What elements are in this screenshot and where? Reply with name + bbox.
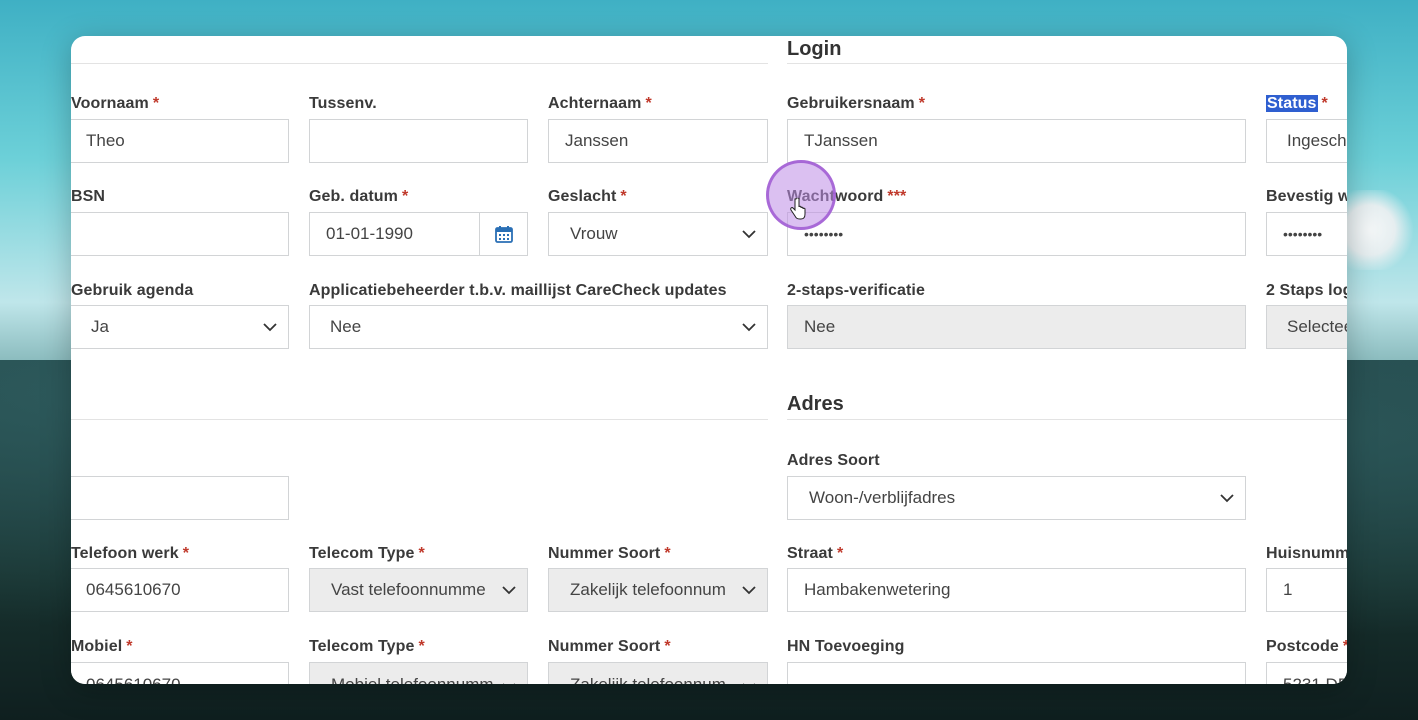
label-geb-datum: Geb. datum *	[309, 188, 409, 205]
telecom-type-2-select[interactable]: Mobiel telefoonnumm	[309, 662, 528, 684]
label-straat: Straat *	[787, 545, 844, 562]
form-card: Login Voornaam * Tussenv. Achternaam * Geb…	[71, 36, 1347, 684]
label-telecom-type-2: Telecom Type *	[309, 638, 425, 655]
chevron-down-icon	[497, 578, 521, 602]
label-mobiel: Mobiel *	[71, 638, 133, 655]
label-adres-soort: Adres Soort	[787, 452, 880, 469]
label-achternaam: Achternaam *	[548, 95, 652, 112]
label-telecom-type: Telecom Type *	[309, 545, 425, 562]
bsn-input[interactable]	[71, 212, 289, 256]
telecom-type-select[interactable]: Vast telefoonnumme	[309, 568, 528, 612]
tussenv-input[interactable]	[309, 119, 528, 163]
divider	[787, 419, 1347, 420]
wachtwoord-input[interactable]: ••••••••	[787, 212, 1246, 256]
nummer-soort-2-select[interactable]: Zakelijk telefoonnum	[548, 662, 768, 684]
chevron-down-icon	[497, 675, 521, 684]
hand-pointer-icon	[790, 198, 806, 220]
geslacht-select[interactable]: Vrouw	[548, 212, 768, 256]
label-nummer-soort: Nummer Soort *	[548, 545, 671, 562]
divider	[787, 63, 1347, 64]
hn-toevoeging-input[interactable]	[787, 662, 1246, 684]
status-select[interactable]: Ingesch	[1266, 119, 1347, 163]
chevron-down-icon	[258, 315, 282, 339]
chevron-down-icon	[737, 675, 761, 684]
empty-input[interactable]	[71, 476, 289, 520]
label-applicatiebeheerder: Applicatiebeheerder t.b.v. maillijst Car…	[309, 282, 727, 299]
2-staps-verificatie-field: Nee	[787, 305, 1246, 349]
label-hn-toevoeging: HN Toevoeging	[787, 638, 905, 655]
label-bevestig-wachtwoord: Bevestig wa	[1266, 188, 1347, 205]
label-bsn: BSN	[71, 188, 106, 205]
label-huisnummer: Huisnumm	[1266, 545, 1347, 562]
section-title-login: Login	[787, 38, 842, 60]
divider	[71, 419, 768, 420]
telefoon-werk-input[interactable]: 0645610670	[71, 568, 289, 612]
label-voornaam: Voornaam *	[71, 95, 160, 112]
gebruik-agenda-select[interactable]: Ja	[71, 305, 289, 349]
straat-input[interactable]: Hambakenwetering	[787, 568, 1246, 612]
chevron-down-icon	[737, 315, 761, 339]
label-status: Status *	[1266, 95, 1328, 112]
voornaam-input[interactable]: Theo	[71, 119, 289, 163]
chevron-down-icon	[737, 578, 761, 602]
chevron-down-icon	[737, 222, 761, 246]
gebruikersnaam-input[interactable]: TJanssen	[787, 119, 1246, 163]
achternaam-input[interactable]: Janssen	[548, 119, 768, 163]
calendar-icon	[494, 226, 513, 243]
divider	[71, 63, 768, 64]
label-tussenv: Tussenv.	[309, 95, 377, 112]
mobiel-input[interactable]: 0645610670	[71, 662, 289, 684]
calendar-button[interactable]	[480, 212, 528, 256]
label-2-staps-login: 2 Staps logi	[1266, 282, 1347, 299]
huisnummer-input[interactable]: 1	[1266, 568, 1347, 612]
label-2-staps-verificatie: 2-staps-verificatie	[787, 282, 925, 299]
chevron-down-icon	[1215, 486, 1239, 510]
2-staps-login-select[interactable]: Selectee	[1266, 305, 1347, 349]
bevestig-wachtwoord-input[interactable]: ••••••••	[1266, 212, 1347, 256]
adres-soort-select[interactable]: Woon-/verblijfadres	[787, 476, 1246, 520]
nummer-soort-select[interactable]: Zakelijk telefoonnum	[548, 568, 768, 612]
label-gebruik-agenda: Gebruik agenda	[71, 282, 194, 299]
background-cloud	[1338, 190, 1418, 270]
label-postcode: Postcode*	[1266, 638, 1347, 655]
applicatiebeheerder-select[interactable]: Nee	[309, 305, 768, 349]
geb-datum-input[interactable]: 01-01-1990	[309, 212, 480, 256]
label-nummer-soort-2: Nummer Soort *	[548, 638, 671, 655]
label-telefoon-werk: Telefoon werk *	[71, 545, 190, 562]
section-title-adres: Adres	[787, 393, 844, 415]
label-gebruikersnaam: Gebruikersnaam *	[787, 95, 926, 112]
label-geslacht: Geslacht *	[548, 188, 627, 205]
postcode-input[interactable]: 5231 DD	[1266, 662, 1347, 684]
